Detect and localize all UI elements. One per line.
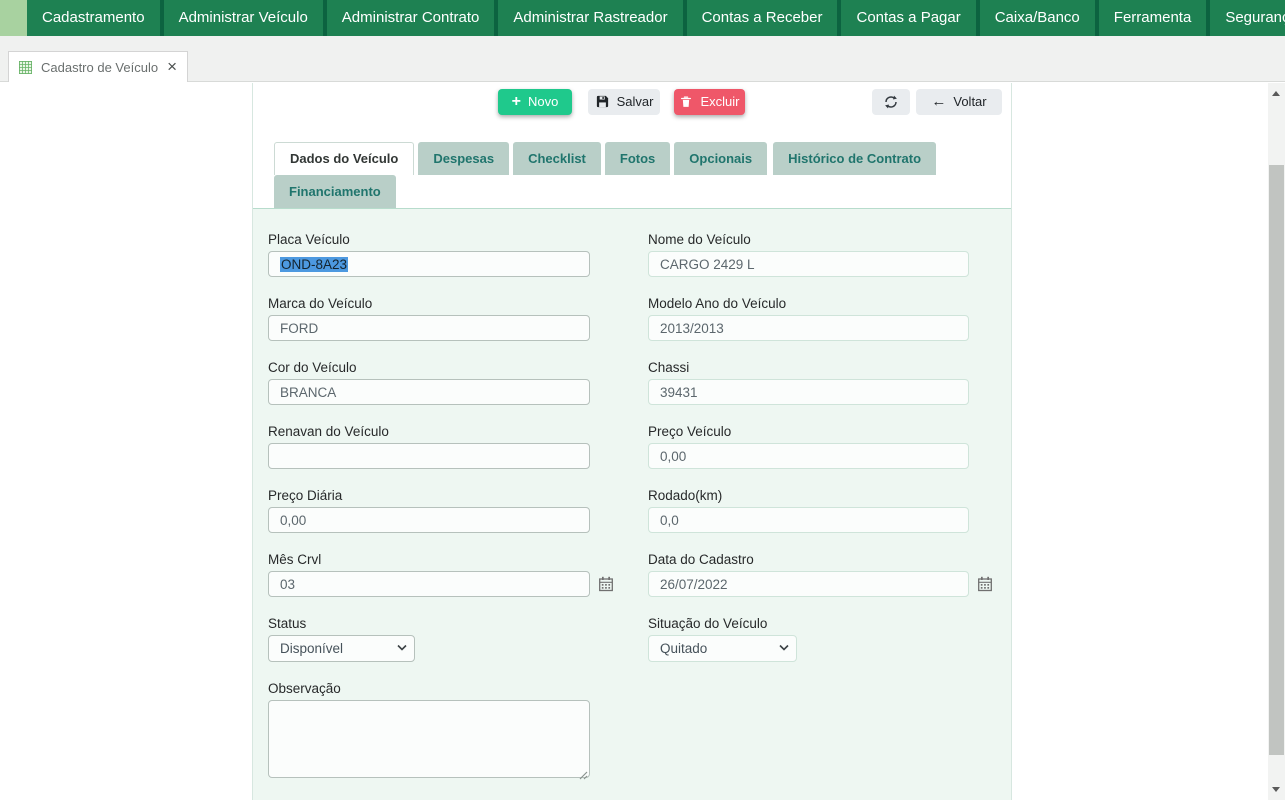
- menu-item-administrar-rastreador[interactable]: Administrar Rastreador: [498, 0, 682, 36]
- field-empty: [648, 681, 969, 783]
- tab-opcionais[interactable]: Opcionais: [674, 142, 767, 175]
- observacao-label: Observação: [268, 681, 590, 696]
- scrollbar-thumb[interactable]: [1269, 165, 1284, 755]
- renavan-input[interactable]: [268, 443, 590, 469]
- close-icon[interactable]: ×: [167, 60, 177, 74]
- window-tab-strip: Cadastro de Veículo ×: [0, 36, 1285, 82]
- field-placa: Placa Veículo OND-8A23: [268, 232, 590, 277]
- refresh-button[interactable]: [872, 89, 910, 115]
- menu-item-seguranca[interactable]: Segurança: [1210, 0, 1285, 36]
- situacao-select[interactable]: Quitado: [648, 635, 797, 662]
- detail-tabs-row1: Dados do Veículo Despesas Checklist Foto…: [253, 142, 1011, 175]
- preco-diaria-label: Preço Diária: [268, 488, 590, 503]
- tab-dados-do-veiculo[interactable]: Dados do Veículo: [274, 142, 414, 175]
- placa-selected-text: OND-8A23: [280, 257, 348, 272]
- menu-strip: Cadastramento Administrar Veículo Admini…: [27, 0, 1247, 36]
- menu-item-cadastramento[interactable]: Cadastramento: [27, 0, 160, 36]
- salvar-button[interactable]: Salvar: [588, 89, 660, 115]
- nome-input[interactable]: [648, 251, 969, 277]
- refresh-icon: [883, 94, 899, 110]
- field-modelo-ano: Modelo Ano do Veículo: [648, 296, 969, 341]
- voltar-button[interactable]: ← Voltar: [916, 89, 1002, 115]
- menu-item-contas-a-pagar[interactable]: Contas a Pagar: [841, 0, 975, 36]
- observacao-textarea[interactable]: [268, 700, 590, 778]
- mes-crvl-label: Mês Crvl: [268, 552, 590, 567]
- field-status: Status Disponível: [268, 616, 590, 662]
- chassi-label: Chassi: [648, 360, 969, 375]
- scroll-up-arrow-icon[interactable]: [1272, 91, 1280, 96]
- field-marca: Marca do Veículo: [268, 296, 590, 341]
- plus-icon: +: [512, 94, 521, 110]
- vertical-scrollbar[interactable]: [1268, 83, 1285, 800]
- tab-financiamento[interactable]: Financiamento: [274, 175, 396, 208]
- field-cor: Cor do Veículo: [268, 360, 590, 405]
- cor-input[interactable]: [268, 379, 590, 405]
- status-select[interactable]: Disponível: [268, 635, 415, 662]
- marca-label: Marca do Veículo: [268, 296, 590, 311]
- trash-icon: [679, 95, 693, 109]
- window-tab-label: Cadastro de Veículo: [41, 60, 158, 75]
- window-tab-cadastro-de-veiculo[interactable]: Cadastro de Veículo ×: [8, 51, 188, 82]
- excluir-button[interactable]: Excluir: [674, 89, 745, 115]
- chassi-input[interactable]: [648, 379, 969, 405]
- field-observacao: Observação: [268, 681, 590, 783]
- modelo-ano-label: Modelo Ano do Veículo: [648, 296, 969, 311]
- calendar-icon[interactable]: [598, 576, 614, 592]
- preco-diaria-input[interactable]: [268, 507, 590, 533]
- field-nome: Nome do Veículo: [648, 232, 969, 277]
- menu-item-ferramenta[interactable]: Ferramenta: [1099, 0, 1207, 36]
- rodado-input[interactable]: [648, 507, 969, 533]
- placa-label: Placa Veículo: [268, 232, 590, 247]
- save-icon: [595, 94, 610, 109]
- action-toolbar: + Novo Salvar Excluir: [253, 88, 1011, 115]
- table-grid-icon: [19, 60, 32, 75]
- rodado-label: Rodado(km): [648, 488, 969, 503]
- tab-fotos[interactable]: Fotos: [605, 142, 670, 175]
- field-preco-veiculo: Preço Veículo: [648, 424, 969, 469]
- situacao-label: Situação do Veículo: [648, 616, 969, 631]
- main-menubar: Cadastramento Administrar Veículo Admini…: [0, 0, 1285, 36]
- menu-item-administrar-contrato[interactable]: Administrar Contrato: [327, 0, 495, 36]
- cor-label: Cor do Veículo: [268, 360, 590, 375]
- data-cadastro-label: Data do Cadastro: [648, 552, 969, 567]
- marca-input[interactable]: [268, 315, 590, 341]
- nome-label: Nome do Veículo: [648, 232, 969, 247]
- status-label: Status: [268, 616, 590, 631]
- modelo-ano-input[interactable]: [648, 315, 969, 341]
- field-renavan: Renavan do Veículo: [268, 424, 590, 469]
- detail-tabs-row2: Financiamento: [253, 175, 1011, 208]
- page-content: + Novo Salvar Excluir: [0, 83, 1268, 800]
- placa-input[interactable]: OND-8A23: [268, 251, 590, 277]
- field-chassi: Chassi: [648, 360, 969, 405]
- tab-despesas[interactable]: Despesas: [418, 142, 509, 175]
- menu-item-administrar-veiculo[interactable]: Administrar Veículo: [164, 0, 323, 36]
- preco-veiculo-label: Preço Veículo: [648, 424, 969, 439]
- preco-veiculo-input[interactable]: [648, 443, 969, 469]
- menu-item-contas-a-receber[interactable]: Contas a Receber: [687, 0, 838, 36]
- mes-crvl-input[interactable]: [268, 571, 590, 597]
- field-mes-crvl: Mês Crvl: [268, 552, 590, 597]
- vehicle-form: Placa Veículo OND-8A23 Nome do Veículo M…: [268, 232, 1011, 783]
- calendar-icon[interactable]: [977, 576, 993, 592]
- renavan-label: Renavan do Veículo: [268, 424, 590, 439]
- field-rodado: Rodado(km): [648, 488, 969, 533]
- field-situacao: Situação do Veículo Quitado: [648, 616, 969, 662]
- field-data-cadastro: Data do Cadastro: [648, 552, 969, 597]
- field-preco-diaria: Preço Diária: [268, 488, 590, 533]
- menu-item-caixa-banco[interactable]: Caixa/Banco: [980, 0, 1095, 36]
- novo-button[interactable]: + Novo: [498, 89, 572, 115]
- tab-historico-de-contrato[interactable]: Histórico de Contrato: [773, 142, 936, 175]
- tab-checklist[interactable]: Checklist: [513, 142, 601, 175]
- scroll-down-arrow-icon[interactable]: [1272, 787, 1280, 792]
- data-cadastro-input[interactable]: [648, 571, 969, 597]
- back-arrow-icon: ←: [931, 94, 946, 109]
- vehicle-card: + Novo Salvar Excluir: [252, 83, 1012, 800]
- vehicle-form-panel: Placa Veículo OND-8A23 Nome do Veículo M…: [253, 208, 1011, 800]
